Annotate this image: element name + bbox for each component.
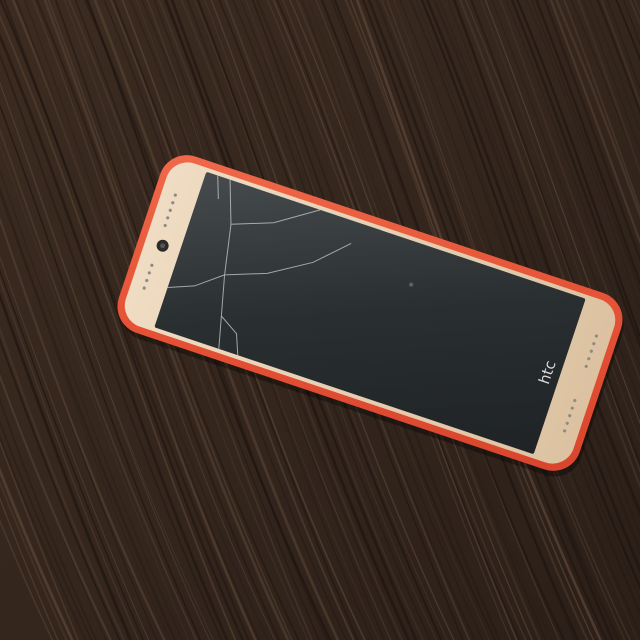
photo-scene: htc [0, 0, 640, 640]
wood-table-surface: htc [0, 0, 640, 640]
